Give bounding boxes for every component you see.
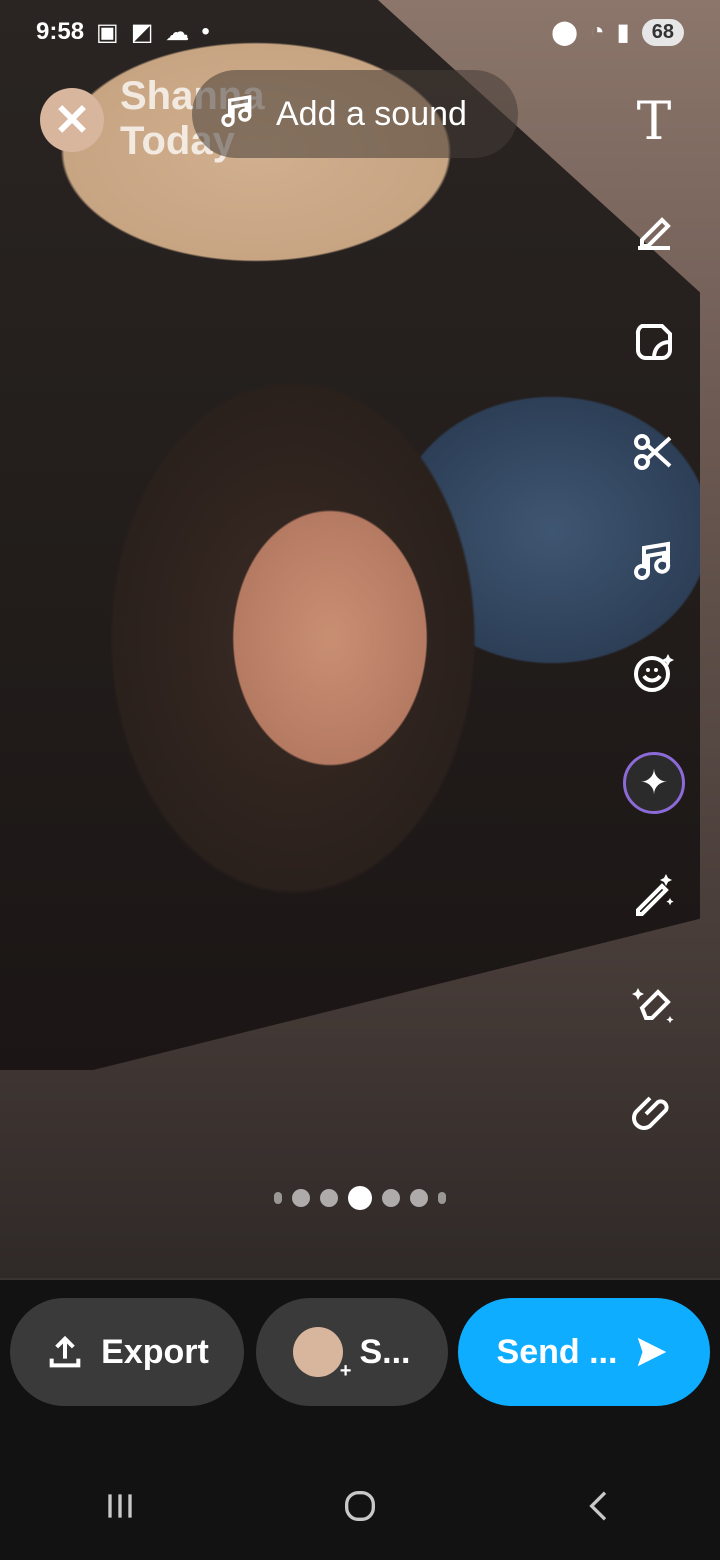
signal-icon: ▮: [616, 18, 630, 46]
export-label: Export: [101, 1332, 209, 1371]
music-tool-button[interactable]: [624, 532, 684, 592]
story-button[interactable]: S...: [256, 1298, 448, 1406]
export-button[interactable]: Export: [10, 1298, 244, 1406]
scissors-tool-button[interactable]: [624, 422, 684, 482]
music-icon: [634, 541, 671, 580]
status-right: ⬤ ◔ ▮ 68: [551, 18, 684, 47]
magic-wand-icon: [636, 874, 674, 916]
magic-eraser-icon: [632, 988, 674, 1024]
music-note-icon: [218, 92, 258, 137]
snap-editor-canvas[interactable]: [0, 0, 720, 1280]
screenshot-icon: ▣: [96, 18, 119, 46]
send-button[interactable]: Send ...: [458, 1298, 710, 1406]
selfie-photo[interactable]: [0, 0, 700, 1070]
upload-icon: [49, 1335, 81, 1368]
smiley-sparkle-icon: [634, 654, 674, 692]
sticker-icon: [635, 324, 672, 360]
pencil-icon: [638, 217, 671, 250]
text-tool-icon: T: [636, 92, 672, 152]
eraser-tool-button[interactable]: [624, 974, 684, 1034]
page-dot-active: [348, 1186, 372, 1210]
send-arrow-icon: [638, 1337, 667, 1367]
system-nav-bar: [0, 1452, 720, 1560]
send-label: Send ...: [496, 1332, 618, 1371]
draw-tool-button[interactable]: [624, 202, 684, 262]
recent-apps-icon: [108, 1494, 132, 1518]
cloud-icon: ☁: [165, 18, 190, 46]
scissors-icon: [634, 434, 672, 470]
page-dot-edge: [274, 1192, 282, 1204]
text-tool-button[interactable]: T: [624, 92, 684, 152]
location-icon: ⬤: [551, 18, 579, 46]
story-avatar: [293, 1327, 351, 1383]
close-icon: ✕: [53, 95, 91, 145]
editor-toolbar: T ✦: [623, 92, 685, 1202]
app-notification-icon: ◩: [130, 18, 154, 46]
page-dot: [320, 1189, 338, 1207]
page-dot-edge: [438, 1192, 446, 1204]
story-label: S...: [359, 1332, 411, 1371]
sticker-tool-button[interactable]: [624, 312, 684, 372]
wifi-icon: ◔: [590, 18, 605, 45]
lens-tool-button[interactable]: [624, 642, 684, 702]
status-time: 9:58: [36, 18, 85, 45]
add-sound-label: Add a sound: [276, 94, 467, 133]
attachment-tool-button[interactable]: [624, 1084, 684, 1144]
battery-indicator: 68: [641, 18, 684, 46]
close-button[interactable]: ✕: [40, 88, 104, 152]
status-bar: 9:58 ▣ ◩ ☁ • ⬤ ◔ ▮ 68: [0, 0, 720, 64]
magic-wand-tool-button[interactable]: [624, 864, 684, 924]
status-left: 9:58 ▣ ◩ ☁ •: [36, 18, 210, 47]
recent-apps-button[interactable]: [90, 1476, 150, 1536]
paperclip-icon: [632, 1096, 669, 1130]
notification-dot-icon: •: [201, 18, 210, 45]
home-button[interactable]: [330, 1476, 390, 1536]
page-indicator: [0, 1186, 720, 1210]
sparkle-icon: ✦: [639, 764, 669, 802]
back-icon: [589, 1491, 607, 1521]
back-button[interactable]: [570, 1476, 630, 1536]
ai-tool-button[interactable]: ✦: [623, 752, 685, 814]
add-sound-button[interactable]: Add a sound: [192, 70, 518, 158]
page-dot: [410, 1189, 428, 1207]
page-dot: [382, 1189, 400, 1207]
home-icon: [345, 1491, 375, 1521]
bottom-action-bar: Export S... Send ...: [0, 1280, 720, 1452]
page-dot: [292, 1189, 310, 1207]
